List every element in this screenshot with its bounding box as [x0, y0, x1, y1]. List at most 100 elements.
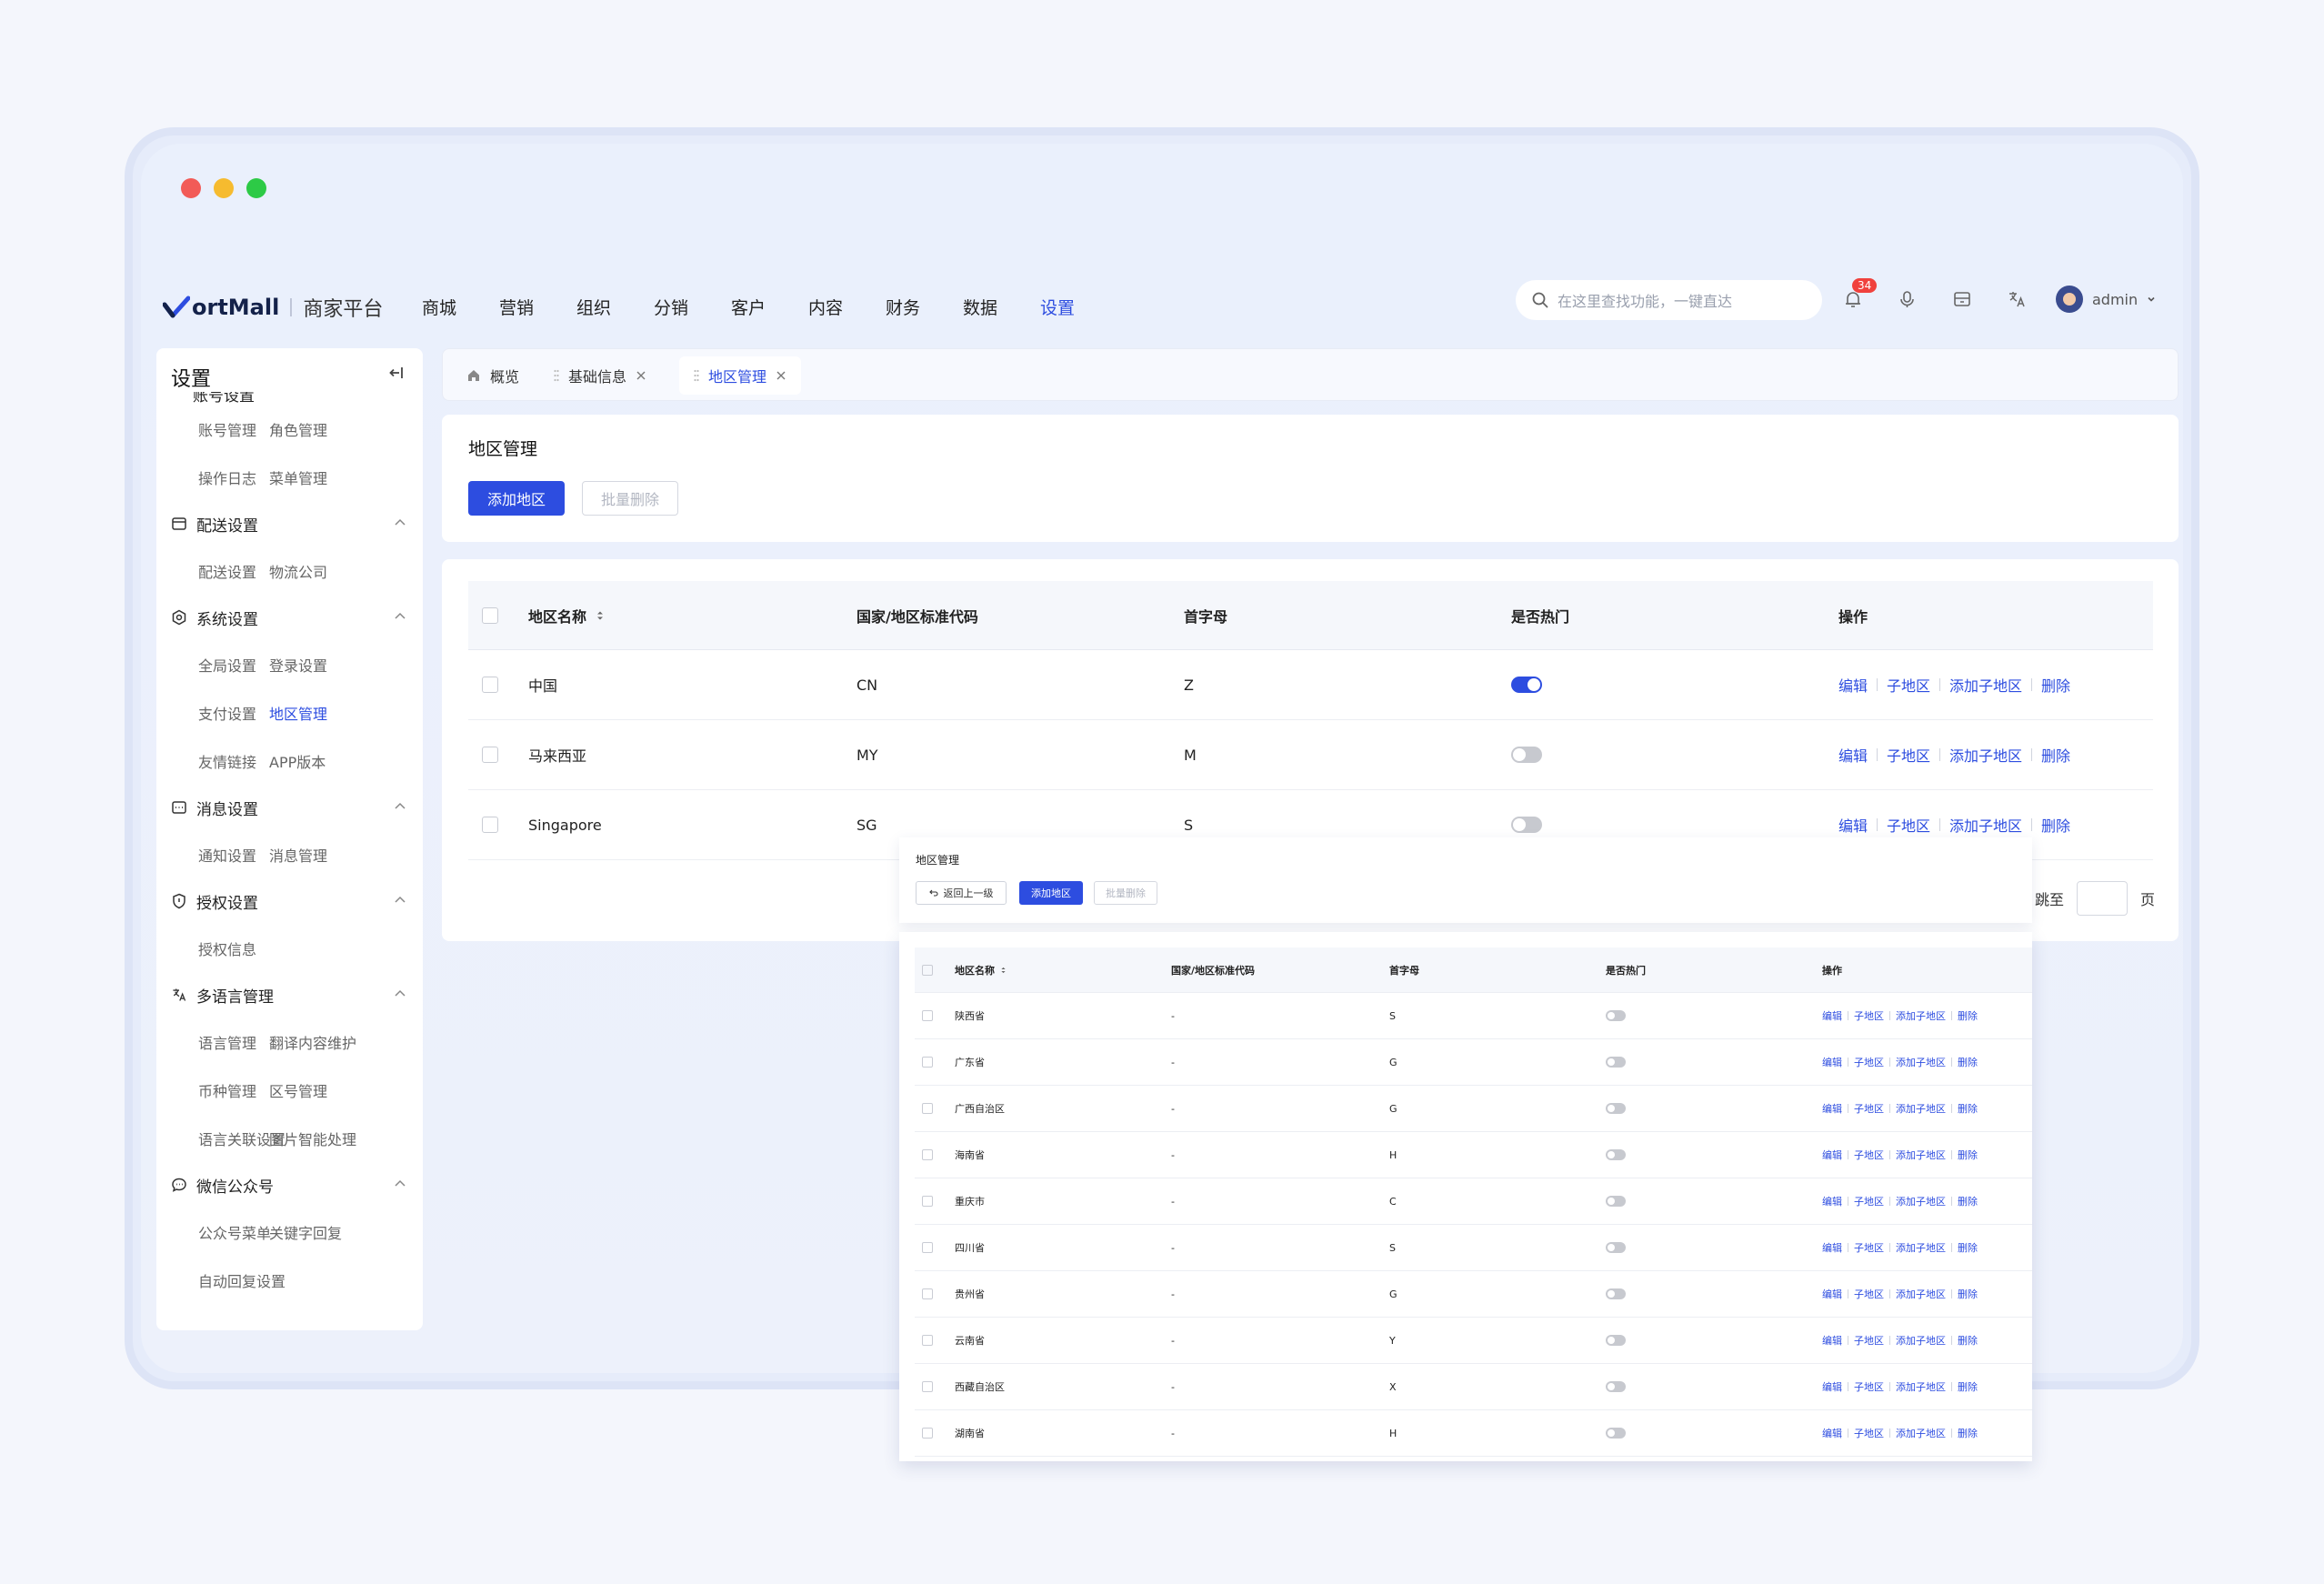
menu-item-customers[interactable]: 客户: [731, 295, 808, 319]
sidebar-item-login-settings[interactable]: 登录设置: [269, 654, 406, 676]
add-region-button[interactable]: 添加地区: [468, 481, 565, 516]
delete-link[interactable]: 删除: [2041, 814, 2070, 836]
children-link[interactable]: 子地区: [1854, 1148, 1884, 1162]
delete-link[interactable]: 删除: [1958, 1240, 1978, 1255]
sidebar-item-delivery-settings[interactable]: 配送设置: [156, 560, 269, 582]
edit-link[interactable]: 编辑: [1822, 1055, 1842, 1069]
sidebar-item-operation-log[interactable]: 操作日志: [156, 466, 269, 488]
row-checkbox[interactable]: [922, 1149, 933, 1160]
sidebar-item-area-code-management[interactable]: 区号管理: [269, 1079, 406, 1101]
storefront-icon[interactable]: [1947, 284, 1978, 315]
add-child-link[interactable]: 添加子地区: [1896, 1379, 1946, 1394]
menu-item-settings[interactable]: 设置: [1040, 295, 1117, 319]
row-checkbox[interactable]: [922, 1288, 933, 1299]
hot-toggle[interactable]: [1606, 1196, 1626, 1207]
row-checkbox[interactable]: [482, 747, 498, 763]
hot-toggle[interactable]: [1511, 677, 1542, 693]
children-link[interactable]: 子地区: [1854, 1055, 1884, 1069]
hot-toggle[interactable]: [1511, 747, 1542, 763]
sidebar-group-multilanguage[interactable]: 多语言管理: [156, 972, 423, 1018]
sidebar-item-role-management[interactable]: 角色管理: [269, 418, 406, 440]
hot-toggle[interactable]: [1606, 1149, 1626, 1160]
add-child-link[interactable]: 添加子地区: [1949, 674, 2022, 696]
delete-link[interactable]: 删除: [1958, 1148, 1978, 1162]
sidebar-group-wechat[interactable]: 微信公众号: [156, 1162, 423, 1208]
hot-toggle[interactable]: [1606, 1288, 1626, 1299]
sidebar-item-notification-settings[interactable]: 通知设置: [156, 844, 269, 866]
voice-assistant-icon[interactable]: [1892, 284, 1923, 315]
edit-link[interactable]: 编辑: [1822, 1240, 1842, 1255]
edit-link[interactable]: 编辑: [1838, 744, 1868, 766]
collapse-sidebar-icon[interactable]: [388, 365, 405, 381]
sidebar-item-translation-maintenance[interactable]: 翻译内容维护: [269, 1031, 406, 1053]
delete-link[interactable]: 删除: [1958, 1426, 1978, 1440]
sidebar-item-language-management[interactable]: 语言管理: [156, 1031, 269, 1053]
page-jump-input[interactable]: [2077, 881, 2129, 916]
add-child-link[interactable]: 添加子地区: [1949, 744, 2022, 766]
menu-item-organization[interactable]: 组织: [576, 295, 654, 319]
edit-link[interactable]: 编辑: [1822, 1101, 1842, 1116]
add-child-link[interactable]: 添加子地区: [1896, 1194, 1946, 1208]
edit-link[interactable]: 编辑: [1822, 1287, 1842, 1301]
sidebar-group-delivery[interactable]: 配送设置: [156, 501, 423, 546]
maximize-window-button[interactable]: [246, 178, 266, 198]
sidebar-item-menu-management[interactable]: 菜单管理: [269, 466, 406, 488]
sidebar-group-system[interactable]: 系统设置: [156, 595, 423, 640]
sub-batch-delete-button[interactable]: 批量删除: [1094, 881, 1157, 905]
hot-toggle[interactable]: [1606, 1428, 1626, 1439]
hot-toggle[interactable]: [1606, 1057, 1626, 1068]
add-child-link[interactable]: 添加子地区: [1896, 1148, 1946, 1162]
sub-add-region-button[interactable]: 添加地区: [1019, 881, 1083, 905]
edit-link[interactable]: 编辑: [1822, 1194, 1842, 1208]
sidebar-item-smart-image-processing[interactable]: 图片智能处理: [269, 1128, 406, 1149]
children-link[interactable]: 子地区: [1887, 814, 1930, 836]
close-icon[interactable]: [776, 370, 786, 381]
add-child-link[interactable]: 添加子地区: [1896, 1008, 1946, 1023]
notification-bell-icon[interactable]: 34: [1838, 278, 1878, 315]
hot-toggle[interactable]: [1606, 1242, 1626, 1253]
menu-item-distribution[interactable]: 分销: [654, 295, 731, 319]
edit-link[interactable]: 编辑: [1838, 814, 1868, 836]
sidebar-item-account-management[interactable]: 账号管理: [156, 418, 269, 440]
row-checkbox[interactable]: [922, 1381, 933, 1392]
add-child-link[interactable]: 添加子地区: [1949, 814, 2022, 836]
menu-item-marketing[interactable]: 营销: [499, 295, 576, 319]
sort-icon[interactable]: [596, 609, 605, 622]
batch-delete-button[interactable]: 批量删除: [582, 481, 678, 516]
sidebar-item-currency-management[interactable]: 币种管理: [156, 1079, 269, 1101]
row-checkbox[interactable]: [482, 677, 498, 693]
tab-overview[interactable]: 概览: [452, 356, 534, 395]
add-child-link[interactable]: 添加子地区: [1896, 1426, 1946, 1440]
sidebar-item-global-settings[interactable]: 全局设置: [156, 654, 269, 676]
sidebar-item-keyword-reply[interactable]: 关键字回复: [269, 1221, 406, 1243]
edit-link[interactable]: 编辑: [1822, 1333, 1842, 1348]
edit-link[interactable]: 编辑: [1822, 1379, 1842, 1394]
edit-link[interactable]: 编辑: [1822, 1426, 1842, 1440]
brand-logo[interactable]: ortMall 商家平台: [162, 293, 383, 322]
sidebar-group-messages[interactable]: 消息设置: [156, 785, 423, 830]
hot-toggle[interactable]: [1606, 1381, 1626, 1392]
close-icon[interactable]: [636, 370, 646, 381]
edit-link[interactable]: 编辑: [1838, 674, 1868, 696]
menu-item-mall[interactable]: 商城: [422, 295, 499, 319]
hot-toggle[interactable]: [1606, 1103, 1626, 1114]
children-link[interactable]: 子地区: [1854, 1333, 1884, 1348]
delete-link[interactable]: 删除: [2041, 674, 2070, 696]
delete-link[interactable]: 删除: [1958, 1008, 1978, 1023]
sidebar-item-friendly-links[interactable]: 友情链接: [156, 750, 269, 772]
delete-link[interactable]: 删除: [1958, 1333, 1978, 1348]
sidebar-item-app-version[interactable]: APP版本: [269, 750, 406, 772]
sidebar-group-authorization[interactable]: 授权设置: [156, 878, 423, 924]
sidebar-item-official-account-menu[interactable]: 公众号菜单: [156, 1221, 271, 1243]
sidebar-item-region-management[interactable]: 地区管理: [269, 702, 406, 724]
children-link[interactable]: 子地区: [1887, 744, 1930, 766]
sidebar-item-language-association[interactable]: 语言关联设置: [156, 1128, 285, 1149]
edit-link[interactable]: 编辑: [1822, 1008, 1842, 1023]
close-window-button[interactable]: [181, 178, 201, 198]
menu-item-data[interactable]: 数据: [963, 295, 1040, 319]
row-checkbox[interactable]: [922, 1196, 933, 1207]
search-input[interactable]: 在这里查找功能，一键直达: [1516, 280, 1822, 320]
delete-link[interactable]: 删除: [1958, 1194, 1978, 1208]
menu-item-finance[interactable]: 财务: [886, 295, 963, 319]
children-link[interactable]: 子地区: [1854, 1101, 1884, 1116]
